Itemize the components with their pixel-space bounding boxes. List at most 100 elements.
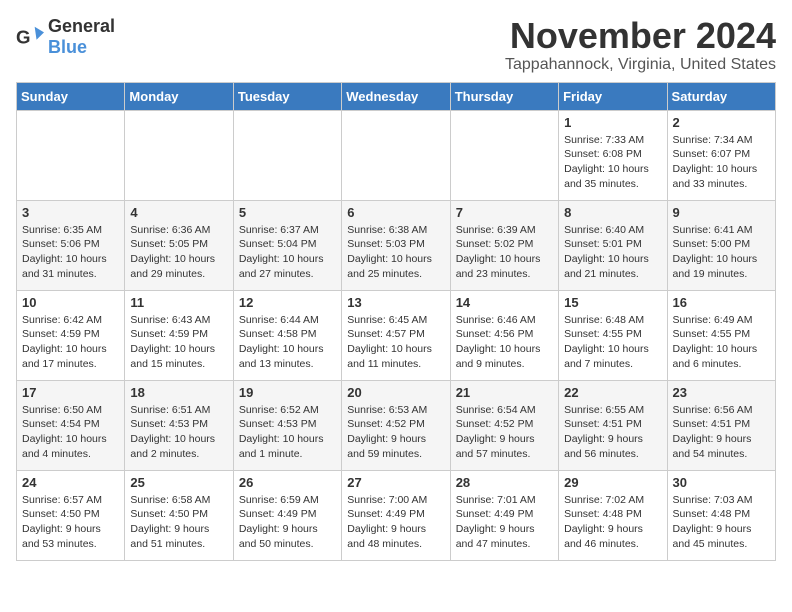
page-header: G General Blue November 2024 Tappahannoc… [16,16,776,74]
calendar-cell: 17 Sunrise: 6:50 AM Sunset: 4:54 PM Dayli… [17,380,125,470]
month-title: November 2024 [505,16,776,56]
cell-day-info: Sunrise: 6:54 AM Sunset: 4:52 PM Dayligh… [456,403,553,462]
cell-day-info: Sunrise: 6:49 AM Sunset: 4:55 PM Dayligh… [673,313,770,372]
cell-day-number: 2 [673,115,770,130]
cell-day-info: Sunrise: 6:51 AM Sunset: 4:53 PM Dayligh… [130,403,227,462]
calendar-cell: 9Sunrise: 6:41 AM Sunset: 5:00 PM Daylig… [667,200,775,290]
calendar-cell: 7 Sunrise: 6:39 AM Sunset: 5:02 PM Daylig… [450,200,558,290]
calendar-cell: 10 Sunrise: 6:42 AM Sunset: 4:59 PM Dayli… [17,290,125,380]
calendar-cell [17,110,125,200]
calendar-table: SundayMondayTuesdayWednesdayThursdayFrid… [16,82,776,561]
cell-day-info: Sunrise: 6:43 AM Sunset: 4:59 PM Dayligh… [130,313,227,372]
calendar-cell: 23 Sunrise: 6:56 AM Sunset: 4:51 PM Dayli… [667,380,775,470]
calendar-header-monday: Monday [125,82,233,110]
cell-day-info: Sunrise: 6:55 AM Sunset: 4:51 PM Dayligh… [564,403,661,462]
calendar-cell: 1 Sunrise: 7:33 AM Sunset: 6:08 PM Daylig… [559,110,667,200]
cell-day-number: 21 [456,385,553,400]
calendar-cell: 6 Sunrise: 6:38 AM Sunset: 5:03 PM Daylig… [342,200,450,290]
cell-day-number: 26 [239,475,336,490]
cell-day-number: 28 [456,475,553,490]
cell-day-number: 19 [239,385,336,400]
cell-day-number: 10 [22,295,119,310]
calendar-cell: 22 Sunrise: 6:55 AM Sunset: 4:51 PM Dayli… [559,380,667,470]
calendar-header-row: SundayMondayTuesdayWednesdayThursdayFrid… [17,82,776,110]
cell-day-number: 16 [673,295,770,310]
cell-day-number: 3 [22,205,119,220]
cell-day-info: Sunrise: 7:33 AM Sunset: 6:08 PM Dayligh… [564,133,661,192]
cell-day-number: 15 [564,295,661,310]
cell-day-info: Sunrise: 7:03 AM Sunset: 4:48 PM Dayligh… [673,493,770,552]
calendar-cell: 29 Sunrise: 7:02 AM Sunset: 4:48 PM Dayli… [559,470,667,560]
calendar-week-3: 10 Sunrise: 6:42 AM Sunset: 4:59 PM Dayli… [17,290,776,380]
calendar-cell: 18 Sunrise: 6:51 AM Sunset: 4:53 PM Dayli… [125,380,233,470]
logo-text-general: General [48,16,115,36]
cell-day-info: Sunrise: 6:46 AM Sunset: 4:56 PM Dayligh… [456,313,553,372]
calendar-cell: 16 Sunrise: 6:49 AM Sunset: 4:55 PM Dayli… [667,290,775,380]
calendar-cell: 24 Sunrise: 6:57 AM Sunset: 4:50 PM Dayli… [17,470,125,560]
calendar-cell: 13Sunrise: 6:45 AM Sunset: 4:57 PM Dayli… [342,290,450,380]
svg-text:G: G [16,27,31,48]
cell-day-info: Sunrise: 7:34 AM Sunset: 6:07 PM Dayligh… [673,133,770,192]
cell-day-number: 30 [673,475,770,490]
calendar-cell [233,110,341,200]
cell-day-info: Sunrise: 7:01 AM Sunset: 4:49 PM Dayligh… [456,493,553,552]
calendar-cell [450,110,558,200]
cell-day-number: 29 [564,475,661,490]
cell-day-info: Sunrise: 6:38 AM Sunset: 5:03 PM Dayligh… [347,223,444,282]
logo: G General Blue [16,16,115,58]
calendar-cell: 15 Sunrise: 6:48 AM Sunset: 4:55 PM Dayli… [559,290,667,380]
calendar-header-saturday: Saturday [667,82,775,110]
cell-day-info: Sunrise: 6:59 AM Sunset: 4:49 PM Dayligh… [239,493,336,552]
cell-day-number: 9 [673,205,770,220]
cell-day-info: Sunrise: 6:52 AM Sunset: 4:53 PM Dayligh… [239,403,336,462]
calendar-cell: 3 Sunrise: 6:35 AM Sunset: 5:06 PM Daylig… [17,200,125,290]
cell-day-number: 4 [130,205,227,220]
calendar-header-tuesday: Tuesday [233,82,341,110]
calendar-cell [125,110,233,200]
cell-day-info: Sunrise: 6:36 AM Sunset: 5:05 PM Dayligh… [130,223,227,282]
calendar-header-thursday: Thursday [450,82,558,110]
cell-day-number: 24 [22,475,119,490]
calendar-cell: 20Sunrise: 6:53 AM Sunset: 4:52 PM Dayli… [342,380,450,470]
calendar-cell: 28 Sunrise: 7:01 AM Sunset: 4:49 PM Dayli… [450,470,558,560]
cell-day-number: 12 [239,295,336,310]
cell-day-number: 1 [564,115,661,130]
calendar-header-sunday: Sunday [17,82,125,110]
calendar-cell: 21 Sunrise: 6:54 AM Sunset: 4:52 PM Dayli… [450,380,558,470]
cell-day-info: Sunrise: 6:58 AM Sunset: 4:50 PM Dayligh… [130,493,227,552]
cell-day-info: Sunrise: 6:44 AM Sunset: 4:58 PM Dayligh… [239,313,336,372]
cell-day-info: Sunrise: 6:50 AM Sunset: 4:54 PM Dayligh… [22,403,119,462]
cell-day-number: 18 [130,385,227,400]
cell-day-info: Sunrise: 6:42 AM Sunset: 4:59 PM Dayligh… [22,313,119,372]
calendar-cell: 30 Sunrise: 7:03 AM Sunset: 4:48 PM Dayli… [667,470,775,560]
location-title: Tappahannock, Virginia, United States [505,56,776,74]
calendar-cell: 25Sunrise: 6:58 AM Sunset: 4:50 PM Dayli… [125,470,233,560]
cell-day-info: Sunrise: 6:35 AM Sunset: 5:06 PM Dayligh… [22,223,119,282]
logo-text-blue: Blue [48,37,87,57]
cell-day-info: Sunrise: 6:37 AM Sunset: 5:04 PM Dayligh… [239,223,336,282]
calendar-week-4: 17 Sunrise: 6:50 AM Sunset: 4:54 PM Dayli… [17,380,776,470]
cell-day-info: Sunrise: 6:39 AM Sunset: 5:02 PM Dayligh… [456,223,553,282]
cell-day-number: 23 [673,385,770,400]
calendar-cell: 5 Sunrise: 6:37 AM Sunset: 5:04 PM Daylig… [233,200,341,290]
calendar-cell: 2 Sunrise: 7:34 AM Sunset: 6:07 PM Daylig… [667,110,775,200]
title-block: November 2024 Tappahannock, Virginia, Un… [505,16,776,74]
cell-day-number: 22 [564,385,661,400]
calendar-cell: 14Sunrise: 6:46 AM Sunset: 4:56 PM Dayli… [450,290,558,380]
cell-day-number: 7 [456,205,553,220]
cell-day-number: 6 [347,205,444,220]
cell-day-info: Sunrise: 7:02 AM Sunset: 4:48 PM Dayligh… [564,493,661,552]
cell-day-info: Sunrise: 6:56 AM Sunset: 4:51 PM Dayligh… [673,403,770,462]
cell-day-number: 13 [347,295,444,310]
cell-day-info: Sunrise: 6:57 AM Sunset: 4:50 PM Dayligh… [22,493,119,552]
cell-day-number: 17 [22,385,119,400]
cell-day-info: Sunrise: 6:48 AM Sunset: 4:55 PM Dayligh… [564,313,661,372]
cell-day-number: 11 [130,295,227,310]
calendar-cell: 8Sunrise: 6:40 AM Sunset: 5:01 PM Daylig… [559,200,667,290]
calendar-cell: 11 Sunrise: 6:43 AM Sunset: 4:59 PM Dayli… [125,290,233,380]
logo-icon: G [16,23,44,51]
calendar-cell: 27Sunrise: 7:00 AM Sunset: 4:49 PM Dayli… [342,470,450,560]
cell-day-number: 5 [239,205,336,220]
cell-day-info: Sunrise: 6:40 AM Sunset: 5:01 PM Dayligh… [564,223,661,282]
calendar-cell: 26 Sunrise: 6:59 AM Sunset: 4:49 PM Dayli… [233,470,341,560]
